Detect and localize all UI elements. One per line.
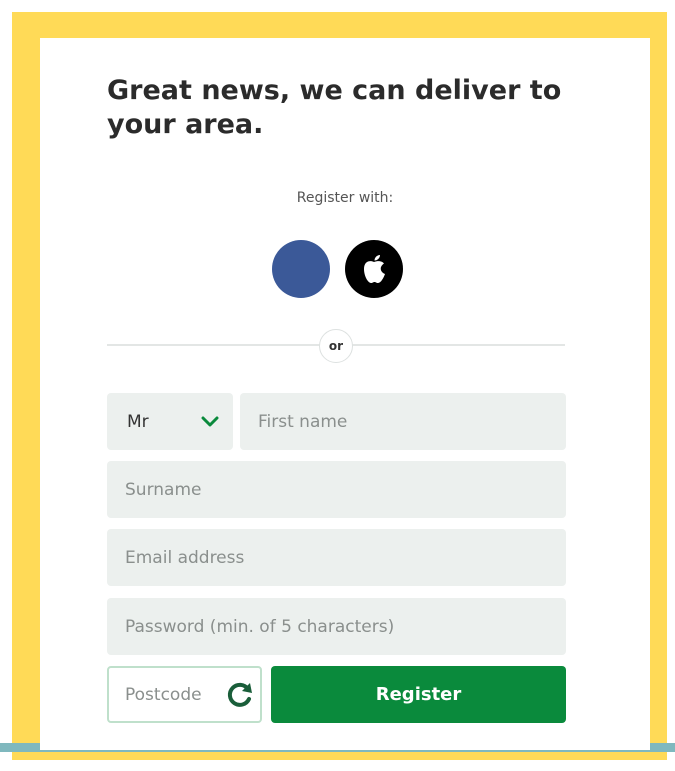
title-select-value: Mr: [127, 411, 149, 432]
email-input[interactable]: [107, 529, 566, 586]
register-with-label: Register with:: [296, 190, 394, 206]
postcode-input[interactable]: [109, 668, 224, 721]
page-title: Great news, we can deliver to your area.: [107, 75, 562, 140]
chevron-down-icon: [201, 415, 221, 429]
refresh-icon: [227, 682, 252, 707]
surname-input[interactable]: [107, 461, 566, 518]
registration-card: Great news, we can deliver to your area.…: [40, 38, 650, 750]
facebook-button[interactable]: [272, 240, 330, 298]
refresh-button[interactable]: [224, 680, 256, 710]
apple-icon: [364, 255, 385, 283]
or-badge: or: [319, 329, 353, 363]
postcode-field: [107, 666, 262, 723]
title-select[interactable]: Mr: [107, 393, 233, 450]
first-name-input[interactable]: [240, 393, 566, 450]
register-button[interactable]: Register: [271, 666, 566, 723]
password-input[interactable]: [107, 598, 566, 655]
apple-button[interactable]: [345, 240, 403, 298]
